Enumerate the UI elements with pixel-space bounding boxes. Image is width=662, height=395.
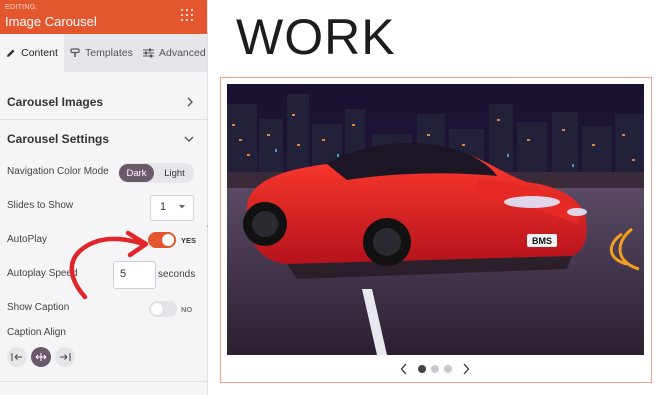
prev-arrow-icon[interactable] <box>400 363 407 375</box>
align-center-icon <box>35 353 47 361</box>
drag-grid-icon[interactable] <box>181 9 195 23</box>
tab-content[interactable]: Content <box>0 34 64 72</box>
license-plate-text: BMS <box>532 236 552 246</box>
carousel-dot-3[interactable] <box>444 365 452 373</box>
align-left-icon <box>11 353 22 361</box>
section-divider <box>0 119 207 120</box>
caret-down-icon <box>179 205 185 209</box>
carousel-dot-2[interactable] <box>431 365 439 373</box>
nav-color-light-option[interactable]: Light <box>156 164 193 182</box>
page-heading: WORK <box>236 9 396 65</box>
caption-align-label: Caption Align <box>7 327 66 338</box>
chevron-right-icon <box>187 97 193 107</box>
panel-title: Image Carousel <box>5 14 97 29</box>
autoplay-toggle-knob <box>162 234 174 246</box>
autoplay-state: YES <box>181 236 197 245</box>
carousel-images-section[interactable]: Carousel Images <box>7 92 195 112</box>
carousel-navigation <box>400 363 470 375</box>
align-left-button[interactable] <box>7 347 27 367</box>
autoplay-speed-unit: seconds <box>158 269 196 280</box>
tab-content-label: Content <box>21 47 58 59</box>
sliders-icon <box>143 48 154 58</box>
tab-templates[interactable]: Templates <box>70 34 133 72</box>
slides-to-show-select[interactable]: 1 <box>150 195 194 221</box>
carousel-settings-section[interactable]: Carousel Settings <box>7 129 195 149</box>
chevron-down-icon <box>184 136 194 142</box>
tab-advanced[interactable]: Advanced <box>143 34 206 72</box>
annotation-arrow <box>69 230 149 300</box>
carousel-slide-image[interactable]: BMS <box>227 84 644 355</box>
next-arrow-icon[interactable] <box>463 363 470 375</box>
align-right-icon <box>60 353 71 361</box>
nav-color-mode-label: Navigation Color Mode <box>7 166 109 177</box>
tab-advanced-label: Advanced <box>159 47 206 59</box>
nav-color-dark-option[interactable]: Dark <box>119 164 154 182</box>
slides-to-show-value: 1 <box>160 201 167 213</box>
paintbrush-icon <box>70 48 80 57</box>
carousel-images-title: Carousel Images <box>7 95 104 109</box>
section-divider-bottom <box>0 381 207 382</box>
editing-label: EDITING: <box>5 4 38 11</box>
carousel-settings-title: Carousel Settings <box>7 132 110 146</box>
align-right-button[interactable] <box>55 347 75 367</box>
panel-tabs: Content Templates Advanced <box>0 34 207 72</box>
autoplay-label: AutoPlay <box>7 234 48 245</box>
align-center-button[interactable] <box>31 347 51 367</box>
tab-templates-label: Templates <box>85 47 133 59</box>
pencil-icon <box>7 49 15 57</box>
slides-to-show-label: Slides to Show <box>7 200 74 211</box>
show-caption-toggle-knob <box>151 303 163 315</box>
show-caption-label: Show Caption <box>7 302 70 313</box>
show-caption-state: NO <box>181 305 193 314</box>
carousel-dot-1[interactable] <box>418 365 426 373</box>
red-sports-car-image: BMS <box>227 84 644 355</box>
